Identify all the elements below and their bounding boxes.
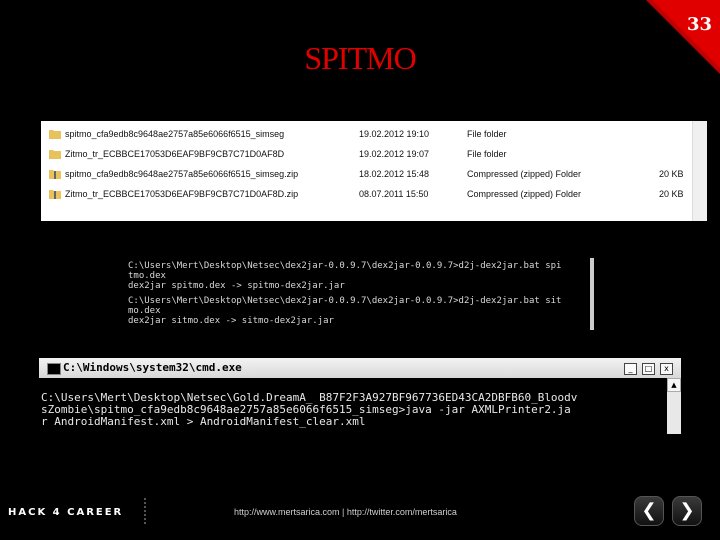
cmd-icon — [47, 363, 61, 375]
file-date: 18.02.2012 15:48 — [359, 169, 430, 179]
file-type: File folder — [467, 129, 507, 139]
console-scrollbar[interactable] — [590, 258, 594, 330]
cmd-title: C:\Windows\system32\cmd.exe — [63, 361, 242, 374]
file-date: 19.02.2012 19:07 — [359, 149, 430, 159]
file-row[interactable]: Zitmo_tr_ECBBCE17053D6EAF9BF9CB7C71D0AF8… — [41, 185, 691, 204]
next-arrow-icon[interactable]: ❯ — [672, 496, 702, 526]
file-name: spitmo_cfa9edb8c9648ae2757a85e6066f6515_… — [65, 169, 299, 179]
maximize-button[interactable]: □ — [642, 363, 655, 375]
cmd-line: r AndroidManifest.xml > AndroidManifest_… — [41, 415, 366, 428]
file-type: Compressed (zipped) Folder — [467, 169, 582, 179]
zip-folder-icon — [49, 170, 61, 179]
footer-link[interactable]: http://www.mertsarica.com | http://twitt… — [234, 507, 457, 517]
file-type: File folder — [467, 149, 507, 159]
cmd-window: C:\Windows\system32\cmd.exe _ □ x C:\Use… — [39, 358, 681, 434]
cmd-scrollbar[interactable]: ▲ — [667, 378, 681, 434]
console-line: dex2jar sitmo.dex -> sitmo-dex2jar.jar — [128, 316, 334, 326]
footer: HACK 4 CAREER http://www.mertsarica.com … — [0, 494, 720, 540]
file-row[interactable]: spitmo_cfa9edb8c9648ae2757a85e6066f6515_… — [41, 125, 691, 144]
file-name: spitmo_cfa9edb8c9648ae2757a85e6066f6515_… — [65, 129, 285, 139]
explorer-scrollbar[interactable] — [692, 121, 707, 221]
prev-arrow-icon[interactable]: ❮ — [634, 496, 664, 526]
file-row[interactable]: Zitmo_tr_ECBBCE17053D6EAF9BF9CB7C71D0AF8… — [41, 145, 691, 164]
hack4career-logo: HACK 4 CAREER — [8, 507, 124, 518]
file-date: 08.07.2011 15:50 — [359, 189, 429, 199]
file-name: Zitmo_tr_ECBBCE17053D6EAF9BF9CB7C71D0AF8… — [65, 189, 299, 199]
explorer-file-list: spitmo_cfa9edb8c9648ae2757a85e6066f6515_… — [41, 121, 707, 221]
scroll-up-icon[interactable]: ▲ — [667, 378, 681, 392]
folder-icon — [49, 150, 61, 159]
file-date: 19.02.2012 19:10 — [359, 129, 430, 139]
console-line: dex2jar spitmo.dex -> spitmo-dex2jar.jar — [128, 281, 345, 291]
zip-folder-icon — [49, 190, 61, 199]
folder-icon — [49, 130, 61, 139]
file-row[interactable]: spitmo_cfa9edb8c9648ae2757a85e6066f6515_… — [41, 165, 691, 184]
console-line: C:\Users\Mert\Desktop\Netsec\dex2jar-0.0… — [128, 296, 562, 306]
file-size: 20 KB — [659, 169, 684, 179]
page-number: 33 — [686, 14, 712, 35]
minimize-button[interactable]: _ — [624, 363, 637, 375]
console-output: C:\Users\Mert\Desktop\Netsec\dex2jar-0.0… — [126, 258, 594, 330]
file-size: 20 KB — [659, 189, 684, 199]
file-type: Compressed (zipped) Folder — [467, 189, 582, 199]
cmd-titlebar[interactable]: C:\Windows\system32\cmd.exe _ □ x — [39, 358, 681, 378]
cmd-output: C:\Users\Mert\Desktop\Netsec\Gold.DreamA… — [41, 380, 665, 434]
footer-divider — [144, 498, 147, 524]
slide-title: SPITMO — [304, 40, 416, 76]
console-line: C:\Users\Mert\Desktop\Netsec\dex2jar-0.0… — [128, 261, 562, 271]
close-button[interactable]: x — [660, 363, 673, 375]
file-name: Zitmo_tr_ECBBCE17053D6EAF9BF9CB7C71D0AF8… — [65, 149, 285, 159]
